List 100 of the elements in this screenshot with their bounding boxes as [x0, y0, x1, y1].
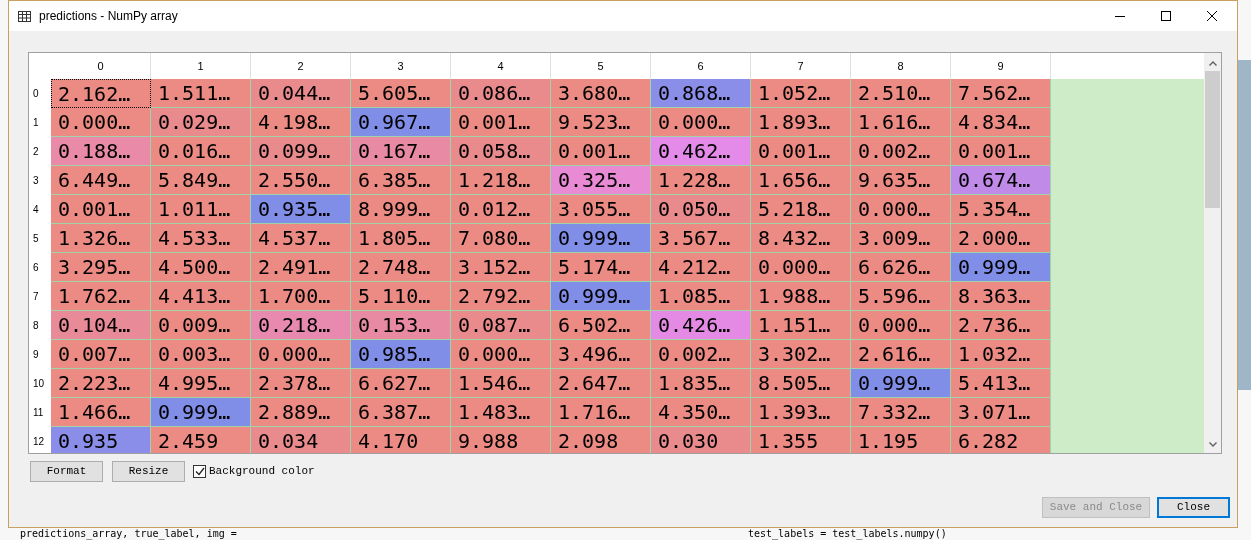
table-cell[interactable]: 2.000…: [951, 224, 1051, 253]
table-cell[interactable]: 1.218…: [451, 166, 551, 195]
table-cell[interactable]: 0.099…: [251, 137, 351, 166]
table-cell[interactable]: 4.212…: [651, 253, 751, 282]
table-cell[interactable]: 1.326…: [51, 224, 151, 253]
table-cell[interactable]: 4.537…: [251, 224, 351, 253]
table-cell[interactable]: 8.999…: [351, 195, 451, 224]
table-cell[interactable]: 0.104…: [51, 311, 151, 340]
table-cell[interactable]: 1.151…: [751, 311, 851, 340]
table-cell[interactable]: 0.001…: [751, 137, 851, 166]
dialog-button[interactable]: Close: [1157, 497, 1230, 518]
table-cell[interactable]: 3.302…: [751, 340, 851, 369]
table-cell[interactable]: 3.496…: [551, 340, 651, 369]
table-cell[interactable]: 1.805…: [351, 224, 451, 253]
table-cell[interactable]: 0.030: [651, 427, 751, 453]
table-cell[interactable]: 0.002…: [851, 137, 951, 166]
table-cell[interactable]: 0.002…: [651, 340, 751, 369]
table-cell[interactable]: 1.762…: [51, 282, 151, 311]
table-cell[interactable]: 2.736…: [951, 311, 1051, 340]
table-cell[interactable]: 2.491…: [251, 253, 351, 282]
table-cell[interactable]: 5.413…: [951, 369, 1051, 398]
table-cell[interactable]: 3.295…: [51, 253, 151, 282]
table-cell[interactable]: 6.387…: [351, 398, 451, 427]
table-cell[interactable]: 1.700…: [251, 282, 351, 311]
table-cell[interactable]: 4.350…: [651, 398, 751, 427]
table-cell[interactable]: 0.000…: [51, 108, 151, 137]
table-cell[interactable]: 0.003…: [151, 340, 251, 369]
toolbar-button[interactable]: Format: [30, 461, 103, 482]
table-cell[interactable]: 4.500…: [151, 253, 251, 282]
table-cell[interactable]: 1.988…: [751, 282, 851, 311]
table-cell[interactable]: 0.086…: [451, 79, 551, 108]
table-cell[interactable]: 0.999…: [151, 398, 251, 427]
table-cell[interactable]: 9.635…: [851, 166, 951, 195]
table-cell[interactable]: 0.029…: [151, 108, 251, 137]
table-cell[interactable]: 6.282: [951, 427, 1051, 453]
table-cell[interactable]: 5.605…: [351, 79, 451, 108]
table-cell[interactable]: 4.198…: [251, 108, 351, 137]
table-cell[interactable]: 0.087…: [451, 311, 551, 340]
table-cell[interactable]: 2.378…: [251, 369, 351, 398]
scroll-up-icon[interactable]: [1208, 61, 1217, 66]
table-cell[interactable]: 0.001…: [951, 137, 1051, 166]
table-cell[interactable]: 0.935…: [251, 195, 351, 224]
checkbox[interactable]: [193, 465, 206, 478]
table-cell[interactable]: 8.363…: [951, 282, 1051, 311]
table-cell[interactable]: 1.032…: [951, 340, 1051, 369]
table-cell[interactable]: 0.999…: [551, 282, 651, 311]
scroll-down-icon[interactable]: [1208, 442, 1217, 447]
table-cell[interactable]: 1.466…: [51, 398, 151, 427]
table-cell[interactable]: 1.011…: [151, 195, 251, 224]
table-cell[interactable]: 6.385…: [351, 166, 451, 195]
table-cell[interactable]: 0.034: [251, 427, 351, 453]
table-cell[interactable]: 0.935: [51, 427, 151, 453]
table-cell[interactable]: 5.218…: [751, 195, 851, 224]
table-cell[interactable]: 7.332…: [851, 398, 951, 427]
maximize-icon[interactable]: [1161, 11, 1171, 21]
table-cell[interactable]: 0.012…: [451, 195, 551, 224]
table-cell[interactable]: 2.616…: [851, 340, 951, 369]
table-cell[interactable]: 0.426…: [651, 311, 751, 340]
table-cell[interactable]: 0.967…: [351, 108, 451, 137]
table-cell[interactable]: 6.502…: [551, 311, 651, 340]
scrollbar-thumb[interactable]: [1205, 71, 1220, 208]
table-cell[interactable]: 2.098: [551, 427, 651, 453]
table-cell[interactable]: 5.174…: [551, 253, 651, 282]
table-cell[interactable]: 1.656…: [751, 166, 851, 195]
table-cell[interactable]: 3.680…: [551, 79, 651, 108]
table-cell[interactable]: 5.110…: [351, 282, 451, 311]
table-cell[interactable]: 1.835…: [651, 369, 751, 398]
table-cell[interactable]: 1.085…: [651, 282, 751, 311]
table-cell[interactable]: 8.505…: [751, 369, 851, 398]
table-cell[interactable]: 2.459: [151, 427, 251, 453]
table-cell[interactable]: 2.510…: [851, 79, 951, 108]
table-cell[interactable]: 8.432…: [751, 224, 851, 253]
table-cell[interactable]: 2.162…: [51, 79, 151, 108]
table-cell[interactable]: 0.001…: [451, 108, 551, 137]
toolbar-button[interactable]: Resize: [112, 461, 185, 482]
table-cell[interactable]: 0.000…: [751, 253, 851, 282]
table-cell[interactable]: 0.007…: [51, 340, 151, 369]
table-cell[interactable]: 4.533…: [151, 224, 251, 253]
table-cell[interactable]: 5.354…: [951, 195, 1051, 224]
table-cell[interactable]: 1.195: [851, 427, 951, 453]
table-cell[interactable]: 4.413…: [151, 282, 251, 311]
table-cell[interactable]: 0.153…: [351, 311, 451, 340]
minimize-icon[interactable]: [1115, 15, 1125, 17]
table-cell[interactable]: 4.170: [351, 427, 451, 453]
table-cell[interactable]: 3.567…: [651, 224, 751, 253]
table-cell[interactable]: 9.523…: [551, 108, 651, 137]
table-cell[interactable]: 2.889…: [251, 398, 351, 427]
table-cell[interactable]: 4.834…: [951, 108, 1051, 137]
table-cell[interactable]: 6.626…: [851, 253, 951, 282]
table-cell[interactable]: 0.985…: [351, 340, 451, 369]
table-cell[interactable]: 0.674…: [951, 166, 1051, 195]
table-cell[interactable]: 9.988: [451, 427, 551, 453]
table-cell[interactable]: 2.647…: [551, 369, 651, 398]
table-cell[interactable]: 1.893…: [751, 108, 851, 137]
table-cell[interactable]: 1.355: [751, 427, 851, 453]
table-cell[interactable]: 0.000…: [851, 195, 951, 224]
table-cell[interactable]: 0.001…: [51, 195, 151, 224]
table-cell[interactable]: 7.562…: [951, 79, 1051, 108]
table-cell[interactable]: 0.044…: [251, 79, 351, 108]
table-cell[interactable]: 0.009…: [151, 311, 251, 340]
